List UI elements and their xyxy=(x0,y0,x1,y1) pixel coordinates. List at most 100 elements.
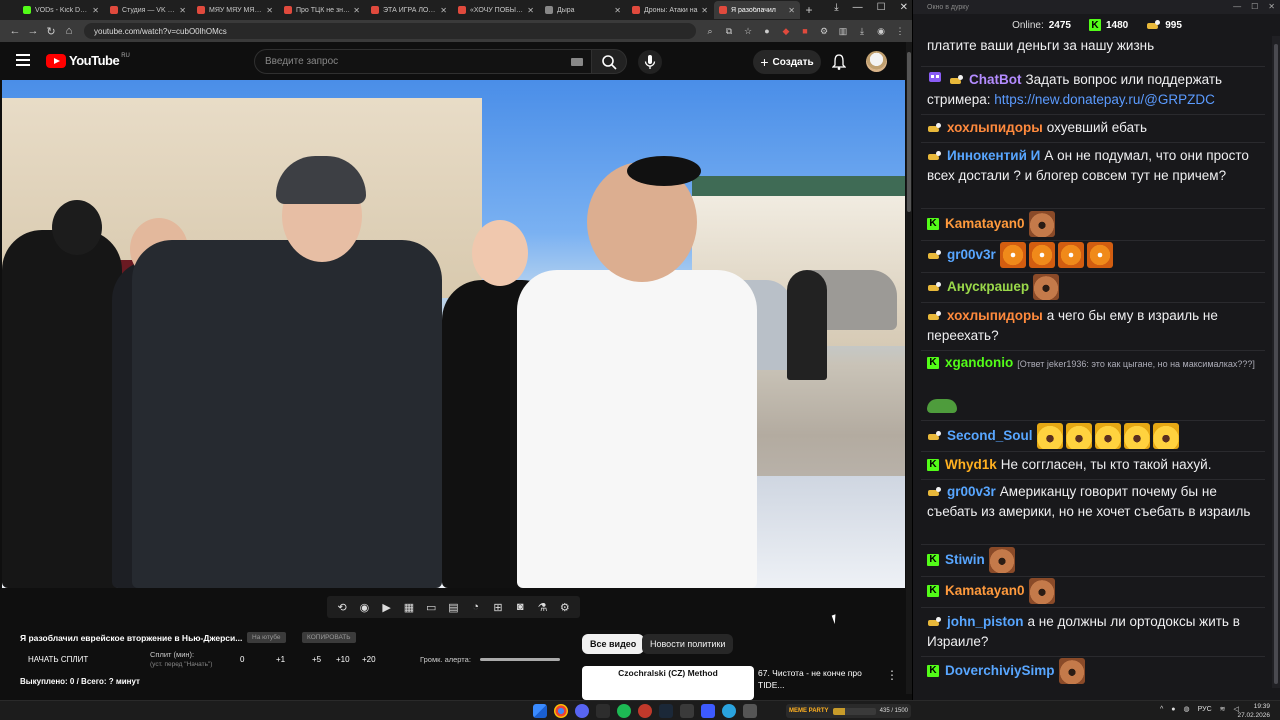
discord-icon[interactable] xyxy=(575,704,589,718)
search-button[interactable] xyxy=(591,49,627,74)
app-icon[interactable] xyxy=(680,704,694,718)
close-tab-icon[interactable]: ✕ xyxy=(701,6,708,15)
notifications-bell-icon[interactable] xyxy=(832,54,846,70)
ublock-icon[interactable]: ◆ xyxy=(780,26,792,37)
donate-link[interactable]: https://new.donatepay.ru/@GRPZDC xyxy=(994,92,1215,107)
menu-dots-icon[interactable]: ⋮ xyxy=(894,26,906,37)
extension-icon[interactable]: ● xyxy=(761,26,773,37)
recommended-thumbnail[interactable]: Czochralski (CZ) Method xyxy=(582,666,754,700)
pip-icon[interactable]: ▭ xyxy=(422,601,440,614)
browser-tab-active[interactable]: Я разоблачил ✕ xyxy=(714,1,800,19)
chat-username[interactable]: хохлыпидоры xyxy=(947,120,1043,135)
back-icon[interactable]: ← xyxy=(6,25,24,37)
settings-gear-icon[interactable]: ⚙ xyxy=(556,601,574,614)
chat-username[interactable]: DoverchiviySimp xyxy=(945,663,1055,678)
bookmark-star-icon[interactable]: ☆ xyxy=(742,26,754,37)
url-field[interactable]: youtube.com/watch?v=cubO0lhOMcs xyxy=(84,23,696,39)
chat-username[interactable]: Whyd1k xyxy=(945,457,997,472)
profile-icon[interactable]: ◉ xyxy=(875,26,887,37)
chat-username[interactable]: Иннокентий И xyxy=(947,148,1040,163)
split-add-10[interactable]: +10 xyxy=(336,655,362,664)
minimize-icon[interactable]: — xyxy=(853,2,863,13)
close-tab-icon[interactable]: ✕ xyxy=(179,6,186,15)
close-window-icon[interactable]: ✕ xyxy=(900,2,908,13)
chat-username[interactable]: xgandonio xyxy=(945,355,1013,370)
close-tab-icon[interactable]: ✕ xyxy=(353,6,360,15)
maximize-icon[interactable]: ☐ xyxy=(1251,2,1258,11)
download-icon[interactable]: ⤓ xyxy=(856,26,868,37)
search-input[interactable]: Введите запрос xyxy=(254,49,592,74)
clock[interactable]: 19:39 27.02.2026 xyxy=(1237,702,1270,720)
scrollbar-thumb[interactable] xyxy=(907,52,911,212)
browser-tab[interactable]: Про ТЦК не знаю ✕ xyxy=(279,1,365,19)
record-icon[interactable] xyxy=(638,704,652,718)
chat-username[interactable]: Kamatayan0 xyxy=(945,216,1025,231)
wifi-icon[interactable]: ≋ xyxy=(1220,705,1226,713)
more-options-icon[interactable]: ⋮ xyxy=(886,668,898,682)
video-player[interactable] xyxy=(2,80,905,588)
chat-scrollbar[interactable] xyxy=(1272,36,1280,688)
chat-username[interactable]: ChatBot xyxy=(969,72,1022,87)
chat-username[interactable]: Kamatayan0 xyxy=(945,583,1025,598)
close-tab-icon[interactable]: ✕ xyxy=(614,6,621,15)
sidebar-icon[interactable]: ▥ xyxy=(837,26,849,37)
chip-politics-news[interactable]: Новости политики xyxy=(642,634,734,654)
telegram-icon[interactable] xyxy=(722,704,736,718)
browser-tab[interactable]: «ХОЧУ ПОБЫСТРЕ✕ xyxy=(453,1,539,19)
screenshot-icon[interactable]: ◙ xyxy=(511,601,529,613)
spotify-icon[interactable] xyxy=(617,704,631,718)
audio-icon[interactable]: ◉ xyxy=(355,601,373,614)
account-avatar[interactable] xyxy=(866,51,887,72)
alert-volume-slider[interactable] xyxy=(480,658,560,661)
chat-username[interactable]: Second_Soul xyxy=(947,428,1033,443)
autoplay-icon[interactable]: ▶ xyxy=(378,601,396,614)
mic-tray-icon[interactable]: ● xyxy=(1171,706,1175,713)
copy-button[interactable]: КОПИРОВАТЬ xyxy=(302,632,356,643)
steam-icon[interactable] xyxy=(659,704,673,718)
cast-icon[interactable]: ⧉ xyxy=(723,26,735,37)
create-button[interactable]: + Создать xyxy=(753,50,821,74)
start-split-button[interactable]: НАЧАТЬ СПЛИТ xyxy=(28,655,88,664)
split-add-5[interactable]: +5 xyxy=(312,655,336,664)
chat-username[interactable]: хохлыпидоры xyxy=(947,308,1043,323)
chat-username[interactable]: Stiwin xyxy=(945,552,985,567)
app-icon[interactable] xyxy=(743,704,757,718)
close-tab-icon[interactable]: ✕ xyxy=(440,6,447,15)
minimize-icon[interactable]: — xyxy=(1233,2,1241,11)
puzzle-icon[interactable]: ⚙ xyxy=(818,26,830,37)
add-frame-icon[interactable]: ⊞ xyxy=(489,601,507,614)
network-icon[interactable]: ◍ xyxy=(1184,705,1190,713)
meme-party-widget[interactable]: MEME PARTY 435 / 1500 xyxy=(786,704,911,718)
close-window-icon[interactable]: ✕ xyxy=(1268,2,1275,11)
windows-start-icon[interactable] xyxy=(533,704,547,718)
filmstrip-icon[interactable]: ▦ xyxy=(400,601,418,614)
browser-tab[interactable]: Студия — VK Видео✕ xyxy=(105,1,191,19)
obs-icon[interactable] xyxy=(596,704,610,718)
browser-tab[interactable]: МЯУ МЯУ МЯУ М ✕ xyxy=(192,1,278,19)
chat-username[interactable]: gr00v3r xyxy=(947,484,996,499)
new-tab-icon[interactable]: + xyxy=(801,3,817,17)
split-add-1[interactable]: +1 xyxy=(276,655,312,664)
open-on-youtube-button[interactable]: На ютубе xyxy=(247,632,286,643)
home-icon[interactable]: ⌂ xyxy=(60,25,78,37)
chip-all-videos[interactable]: Все видео xyxy=(582,634,645,654)
zoom-icon[interactable]: ⌕ xyxy=(704,26,716,37)
maximize-icon[interactable]: ☐ xyxy=(877,2,886,13)
split-add-20[interactable]: +20 xyxy=(362,655,398,664)
reload-icon[interactable]: ↻ xyxy=(42,25,60,38)
loop-icon[interactable]: ⟲ xyxy=(333,601,351,614)
recommended-title[interactable]: 67. Чистота - не конче про TIDE... xyxy=(758,667,878,691)
close-tab-icon[interactable]: ✕ xyxy=(266,6,273,15)
subtitles-icon[interactable]: ▤ xyxy=(444,601,462,614)
chat-username[interactable]: Анускрашер xyxy=(947,279,1029,294)
voice-search-button[interactable] xyxy=(638,50,662,74)
close-tab-icon[interactable]: ✕ xyxy=(788,6,795,15)
download-icon[interactable]: ⤓ xyxy=(834,2,838,13)
browser-tab[interactable]: Дроны: Атаки на ✕ xyxy=(627,1,713,19)
browser-tab[interactable]: Дыра ✕ xyxy=(540,1,626,19)
keyboard-icon[interactable] xyxy=(571,58,583,66)
split-value-0[interactable]: 0 xyxy=(240,655,276,664)
close-tab-icon[interactable]: ✕ xyxy=(92,6,99,15)
extension-badge-icon[interactable]: ■ xyxy=(799,26,811,37)
close-tab-icon[interactable]: ✕ xyxy=(527,6,534,15)
